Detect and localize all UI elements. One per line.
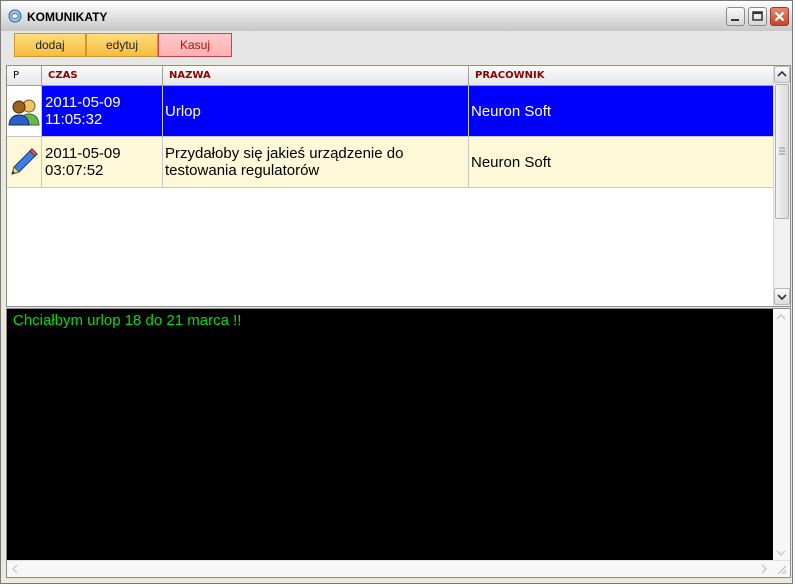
- message-horizontal-scrollbar[interactable]: [7, 560, 790, 577]
- column-header-nazwa[interactable]: NAZWA: [163, 66, 469, 85]
- chevron-up-icon[interactable]: [773, 309, 789, 325]
- date-text: 2011-05-09: [45, 145, 121, 162]
- scroll-up-button[interactable]: [774, 66, 790, 83]
- column-header-pracownik[interactable]: PRACOWNIK: [469, 66, 774, 85]
- column-header-p[interactable]: P: [7, 66, 42, 85]
- maximize-icon: [752, 11, 763, 21]
- scroll-down-button[interactable]: [774, 288, 790, 305]
- title-bar[interactable]: KOMUNIKATY: [1, 1, 792, 32]
- chevron-up-icon: [777, 70, 787, 77]
- close-icon: [774, 11, 785, 22]
- column-header-czas[interactable]: CZAS: [42, 66, 163, 85]
- delete-button[interactable]: Kasuj: [158, 33, 232, 57]
- row-icon-cell: [7, 86, 42, 136]
- grip-icon: [779, 147, 785, 155]
- grid-header: P CZAS NAZWA PRACOWNIK: [7, 66, 774, 86]
- employee-cell: Neuron Soft: [469, 86, 774, 136]
- name-line-1: Przydałoby się jakieś urządzenie do: [165, 145, 404, 162]
- window-title: KOMUNIKATY: [27, 10, 108, 24]
- row-icon-cell: [7, 137, 42, 187]
- name-line-1: Urlop: [165, 102, 201, 120]
- chevron-left-icon[interactable]: [7, 561, 23, 577]
- komunikaty-window: KOMUNIKATY dodaj edytuj Kasuj P CZAS NAZ…: [0, 0, 793, 584]
- chevron-down-icon[interactable]: [773, 545, 789, 561]
- users-icon: [8, 99, 40, 126]
- add-button[interactable]: dodaj: [14, 33, 86, 57]
- name-cell: Przydałoby się jakieś urządzenie do testo…: [163, 137, 469, 187]
- minimize-button[interactable]: [726, 7, 745, 26]
- table-row[interactable]: 2011-05-09 11:05:32 Urlop Neuron Soft: [7, 86, 774, 137]
- edit-button[interactable]: edytuj: [86, 33, 158, 57]
- scrollbar-thumb[interactable]: [775, 84, 789, 219]
- messages-grid: P CZAS NAZWA PRACOWNIK 2011-05-09 11:05:3…: [6, 65, 791, 307]
- time-text: 03:07:52: [45, 162, 104, 179]
- employee-cell: Neuron Soft: [469, 137, 774, 187]
- minimize-icon: [731, 19, 739, 21]
- pencil-icon: [11, 148, 38, 175]
- app-icon: [8, 9, 22, 23]
- message-text: Chciałbym urlop 18 do 21 marca !!: [13, 312, 242, 329]
- grid-scrollbar[interactable]: [773, 66, 790, 306]
- message-vertical-scrollbar[interactable]: [773, 309, 790, 561]
- chevron-right-icon[interactable]: [756, 561, 772, 577]
- time-cell: 2011-05-09 11:05:32: [42, 86, 163, 136]
- maximize-button[interactable]: [748, 7, 767, 26]
- time-text: 11:05:32: [45, 111, 103, 128]
- name-line-2: testowania regulatorów: [165, 162, 320, 179]
- time-cell: 2011-05-09 03:07:52: [42, 137, 163, 187]
- chevron-down-icon: [777, 294, 787, 301]
- toolbar: dodaj edytuj Kasuj: [1, 31, 792, 64]
- date-text: 2011-05-09: [45, 94, 121, 111]
- table-row[interactable]: 2011-05-09 03:07:52 Przydałoby się jakieś…: [7, 137, 774, 188]
- name-cell: Urlop: [163, 86, 469, 136]
- resize-grip-icon[interactable]: [773, 561, 789, 577]
- message-text-area[interactable]: Chciałbym urlop 18 do 21 marca !!: [6, 308, 791, 578]
- close-button[interactable]: [770, 7, 789, 26]
